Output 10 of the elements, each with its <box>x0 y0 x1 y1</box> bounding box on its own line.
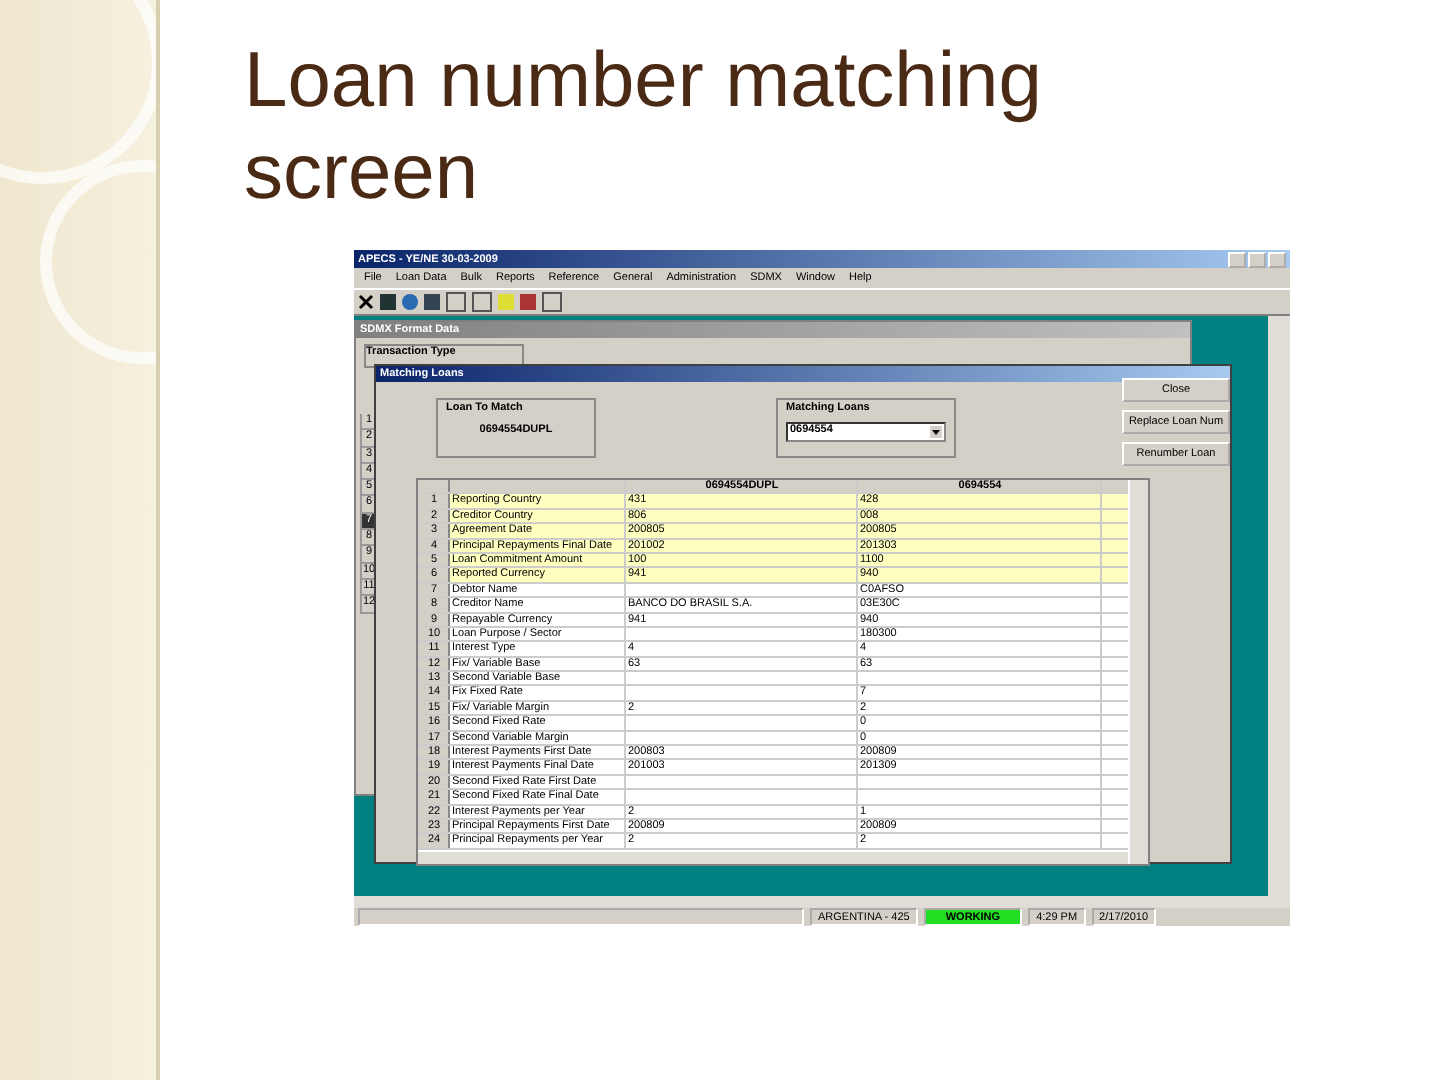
close-button[interactable] <box>1268 251 1286 267</box>
vertical-scrollbar[interactable] <box>1268 316 1290 896</box>
close-icon[interactable] <box>358 294 374 310</box>
dropdown-arrow-icon[interactable] <box>930 426 942 438</box>
maximize-button[interactable] <box>1248 251 1266 267</box>
slide-title: Loan number matching screen <box>244 36 1044 220</box>
vertical-scrollbar[interactable] <box>1130 480 1148 864</box>
minimize-button[interactable] <box>1228 251 1246 267</box>
horizontal-scrollbar[interactable] <box>418 851 1128 864</box>
horizontal-scrollbar[interactable] <box>354 896 1290 908</box>
